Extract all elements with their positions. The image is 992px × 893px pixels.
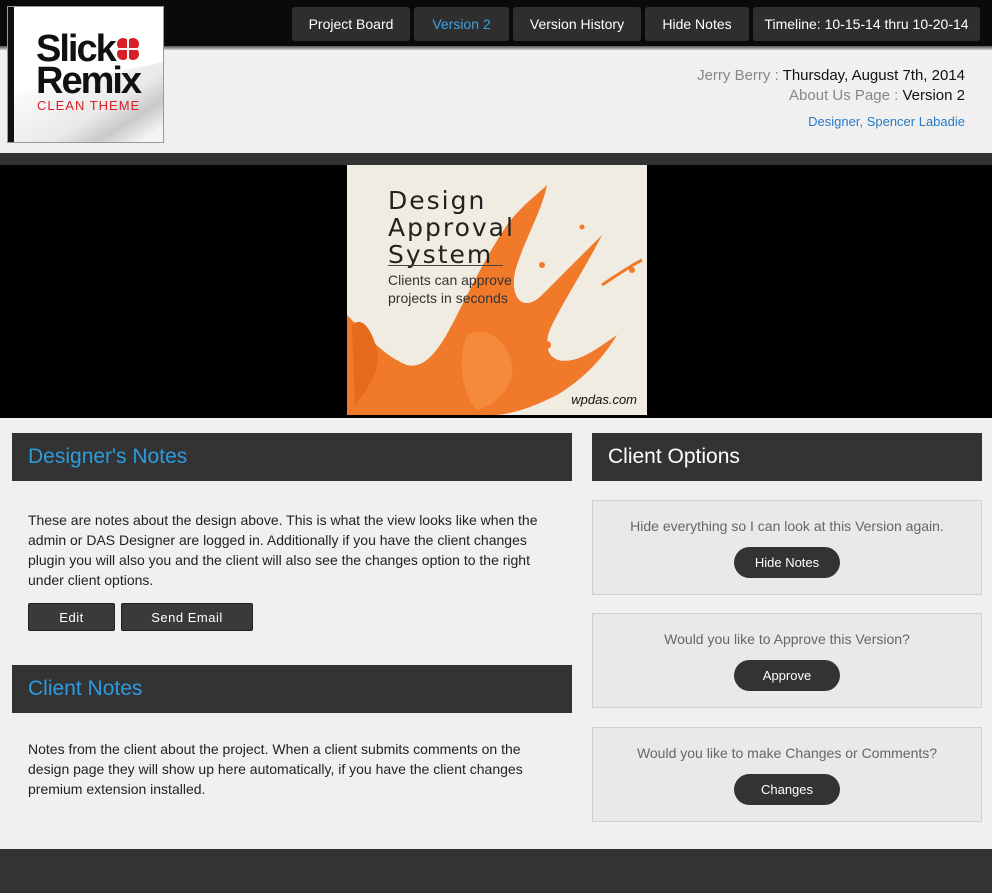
poster-url: wpdas.com bbox=[571, 392, 637, 407]
client-notes-heading: Client Notes bbox=[12, 665, 572, 713]
page-version-row: About Us Page : Version 2 bbox=[697, 86, 965, 106]
design-image: Design Approval System Clients can appro… bbox=[347, 165, 647, 415]
client-name: Jerry Berry bbox=[697, 67, 771, 84]
poster-title-1: Design bbox=[388, 186, 487, 215]
poster-title: Design Approval System bbox=[388, 187, 515, 268]
designer-link[interactable]: Designer, Spencer Labadie bbox=[697, 114, 965, 129]
option-approve-question: Would you like to Approve this Version? bbox=[664, 631, 910, 647]
nav-version-2[interactable]: Version 2 bbox=[414, 7, 509, 41]
option-changes-box: Would you like to make Changes or Commen… bbox=[592, 727, 982, 822]
date: Thursday, August 7th, 2014 bbox=[782, 67, 965, 84]
poster-tag-2: projects in seconds bbox=[388, 290, 508, 306]
logo-line-2: Remix bbox=[36, 60, 142, 102]
nav-project-board[interactable]: Project Board bbox=[292, 7, 410, 41]
option-hide-box: Hide everything so I can look at this Ve… bbox=[592, 500, 982, 595]
top-nav: Project Board Version 2 Version History … bbox=[292, 7, 980, 41]
page-name: About Us Page bbox=[789, 87, 890, 104]
option-hide-question: Hide everything so I can look at this Ve… bbox=[630, 518, 944, 534]
hide-notes-button[interactable]: Hide Notes bbox=[734, 547, 840, 578]
poster-title-2: Approval bbox=[388, 213, 515, 242]
designer-notes-heading: Designer's Notes bbox=[12, 433, 572, 481]
send-email-button[interactable]: Send Email bbox=[121, 603, 253, 631]
logo-curl bbox=[8, 7, 14, 142]
separator: : bbox=[889, 87, 903, 104]
approve-button[interactable]: Approve bbox=[734, 660, 840, 691]
header-band bbox=[0, 153, 992, 165]
nav-version-history[interactable]: Version History bbox=[513, 7, 641, 41]
design-preview: Design Approval System Clients can appro… bbox=[0, 165, 992, 418]
poster-tagline: Clients can approve projects in seconds bbox=[388, 271, 512, 307]
separator: : bbox=[770, 67, 783, 84]
nav-hide-notes[interactable]: Hide Notes bbox=[645, 7, 749, 41]
logo-line-3: CLEAN THEME bbox=[37, 98, 141, 113]
changes-button[interactable]: Changes bbox=[734, 774, 840, 805]
footer bbox=[0, 849, 992, 893]
option-approve-box: Would you like to Approve this Version? … bbox=[592, 613, 982, 708]
clover-icon bbox=[117, 38, 139, 60]
designer-notes-body: These are notes about the design above. … bbox=[28, 512, 538, 588]
client-notes-body: Notes from the client about the project.… bbox=[28, 741, 523, 797]
edit-button[interactable]: Edit bbox=[28, 603, 115, 631]
option-changes-question: Would you like to make Changes or Commen… bbox=[636, 745, 938, 761]
designer-notes-actions: Edit Send Email bbox=[28, 603, 253, 631]
poster-rule bbox=[388, 265, 503, 266]
header-meta: Jerry Berry : Thursday, August 7th, 2014… bbox=[697, 66, 965, 129]
client-options-heading: Client Options bbox=[592, 433, 982, 481]
version: Version 2 bbox=[902, 87, 965, 104]
nav-timeline[interactable]: Timeline: 10-15-14 thru 10-20-14 bbox=[753, 7, 980, 41]
poster-title-3: System bbox=[388, 240, 494, 269]
client-date-row: Jerry Berry : Thursday, August 7th, 2014 bbox=[697, 66, 965, 86]
logo[interactable]: Slick Remix CLEAN THEME bbox=[7, 6, 164, 143]
poster-tag-1: Clients can approve bbox=[388, 272, 512, 288]
